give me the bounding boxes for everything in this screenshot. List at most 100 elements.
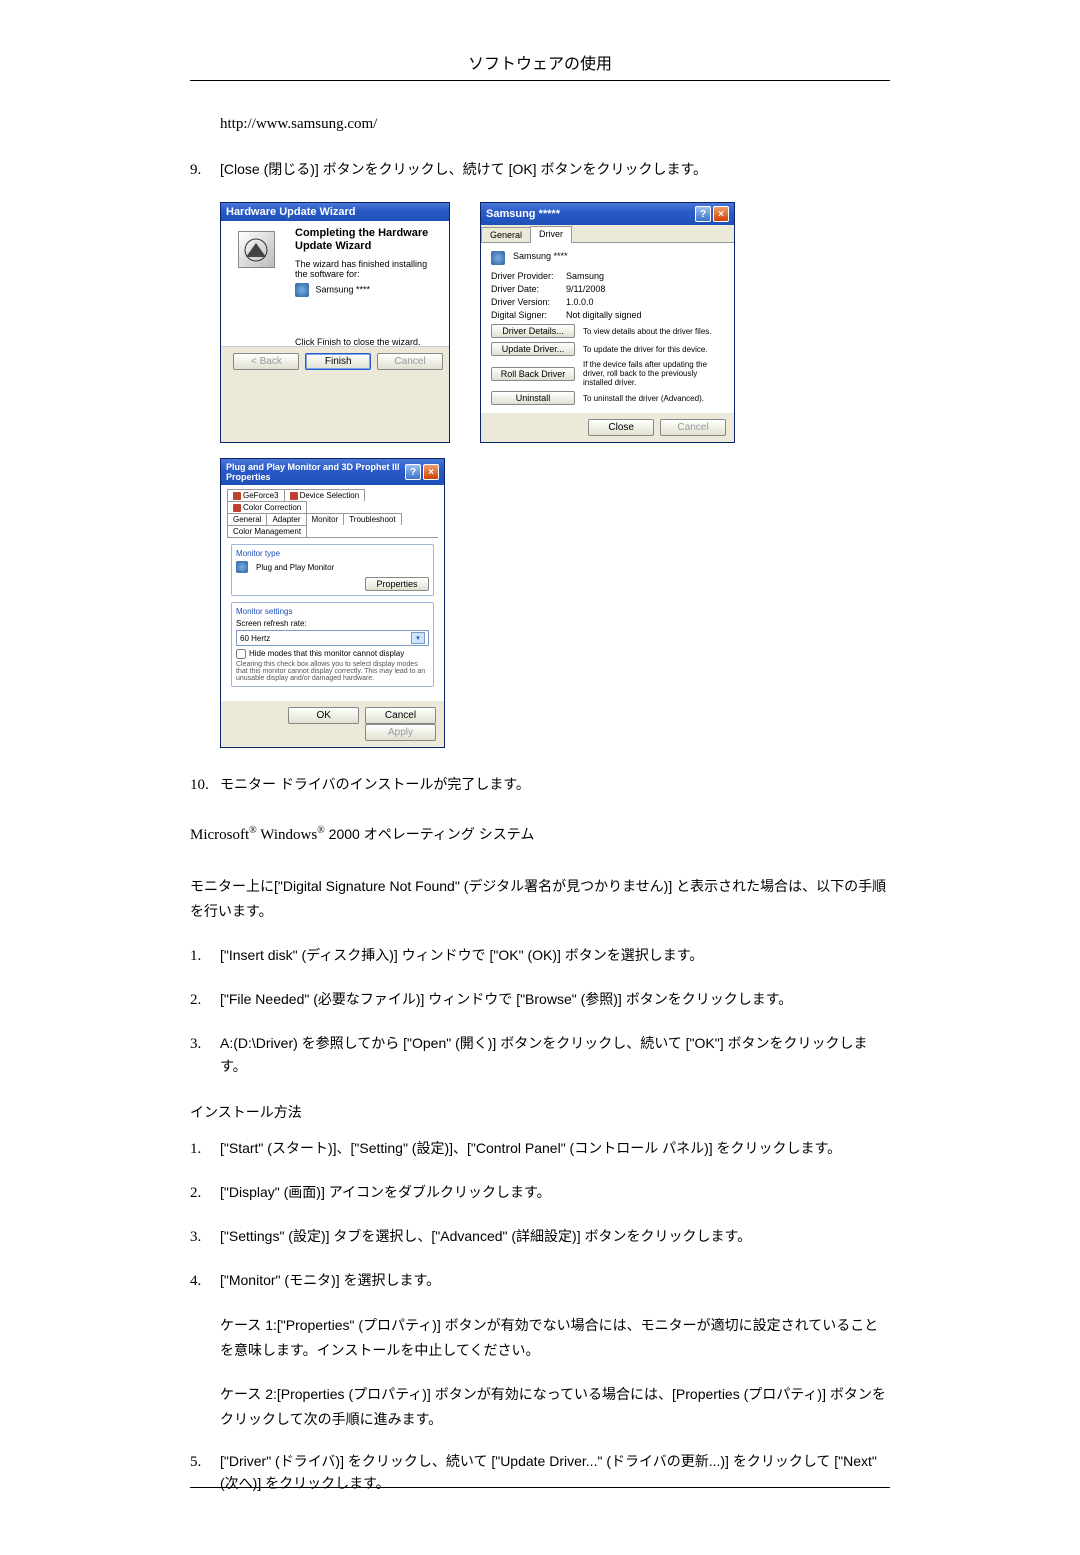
nvidia-icon (233, 492, 241, 500)
monitor-name: Plug and Play Monitor (256, 563, 334, 572)
version-label: Driver Version: (491, 297, 566, 307)
footer-rule (190, 1487, 890, 1488)
tab-general[interactable]: General (227, 513, 267, 525)
list-text: ["Insert disk" (ディスク挿入)] ウィンドウで ["OK" (O… (220, 944, 890, 968)
cancel-button: Cancel (660, 419, 726, 436)
tab-geforce[interactable]: GeForce3 (227, 489, 285, 501)
refresh-rate-select[interactable]: 60 Hertz ▾ (236, 630, 429, 646)
rollback-driver-desc: If the device fails after updating the d… (583, 360, 724, 387)
finish-button[interactable]: Finish (305, 353, 371, 370)
wizard-desc: The wizard has finished installing the s… (295, 259, 441, 279)
properties-button[interactable]: Properties (365, 577, 429, 591)
pnp-monitor-window: Plug and Play Monitor and 3D Prophet III… (220, 458, 445, 748)
refresh-rate-value: 60 Hertz (240, 634, 270, 643)
digital-signature-paragraph: モニター上に["Digital Signature Not Found" (デジ… (190, 874, 890, 924)
tab-devsel-label: Device Selection (300, 491, 360, 500)
os-line: Microsoft® Windows® 2000 オペレーティング システム (190, 822, 890, 849)
signer-value: Not digitally signed (566, 310, 642, 320)
driver-properties-window: Samsung ***** ? × General Driver Samsung… (480, 202, 735, 443)
listB-item-4: 4. ["Monitor" (モニタ)] を選択します。 (190, 1269, 890, 1293)
list-text: ["Display" (画面)] アイコンをダブルクリックします。 (220, 1181, 890, 1205)
device-name: Samsung **** (513, 251, 568, 265)
step-number: 10. (190, 773, 220, 797)
listB-item-5: 5. ["Driver" (ドライバ)] をクリックし、続いて ["Update… (190, 1450, 890, 1495)
tab-device-selection[interactable]: Device Selection (284, 489, 366, 501)
driver-details-button[interactable]: Driver Details... (491, 324, 575, 338)
list-number: 3. (190, 1225, 220, 1249)
wizard-finish-hint: Click Finish to close the wizard. (295, 337, 441, 347)
nvidia-icon (233, 504, 241, 512)
wizard-item: Samsung **** (295, 283, 441, 297)
listA-item-1: 1. ["Insert disk" (ディスク挿入)] ウィンドウで ["OK"… (190, 944, 890, 968)
pnp-title-text: Plug and Play Monitor and 3D Prophet III… (226, 462, 405, 482)
list-text: ["Driver" (ドライバ)] をクリックし、続いて ["Update Dr… (220, 1450, 890, 1495)
hide-modes-checkbox[interactable] (236, 649, 246, 659)
tab-color-correction[interactable]: Color Correction (227, 501, 307, 513)
cancel-button: Cancel (377, 353, 443, 370)
list-number: 1. (190, 944, 220, 968)
list-number: 5. (190, 1450, 220, 1495)
monitor-icon (491, 251, 505, 265)
list-text: ["Settings" (設定)] タブを選択し、["Advanced" (詳細… (220, 1225, 890, 1249)
help-icon[interactable]: ? (695, 206, 711, 222)
tab-colorcorr-label: Color Correction (243, 503, 301, 512)
list-number: 2. (190, 1181, 220, 1205)
wizard-titlebar: Hardware Update Wizard (221, 203, 449, 221)
listA-item-2: 2. ["File Needed" (必要なファイル)] ウィンドウで ["Br… (190, 988, 890, 1012)
tab-troubleshoot[interactable]: Troubleshoot (343, 513, 401, 525)
rollback-driver-button[interactable]: Roll Back Driver (491, 367, 575, 381)
step-10: 10. モニター ドライバのインストールが完了します。 (190, 773, 890, 797)
listB-item-4-case1: ケース 1:["Properties" (プロパティ)] ボタンが有効でない場合… (220, 1313, 890, 1363)
nvidia-icon (290, 492, 298, 500)
cancel-button[interactable]: Cancel (365, 707, 436, 724)
list-text: ["File Needed" (必要なファイル)] ウィンドウで ["Brows… (220, 988, 890, 1012)
uninstall-button[interactable]: Uninstall (491, 391, 575, 405)
provider-value: Samsung (566, 271, 604, 281)
close-icon[interactable]: × (423, 464, 439, 480)
listB-item-3: 3. ["Settings" (設定)] タブを選択し、["Advanced" … (190, 1225, 890, 1249)
tab-monitor[interactable]: Monitor (306, 513, 345, 525)
listB-item-1: 1. ["Start" (スタート)]、["Setting" (設定)]、["C… (190, 1137, 890, 1161)
signer-label: Digital Signer: (491, 310, 566, 320)
tab-driver[interactable]: Driver (530, 226, 572, 243)
wizard-icon-panel (221, 221, 291, 346)
hide-modes-desc: Clearing this check box allows you to se… (236, 661, 429, 682)
list-number: 3. (190, 1032, 220, 1077)
step-text: [Close (閉じる)] ボタンをクリックし、続けて [OK] ボタンをクリッ… (220, 158, 890, 182)
monitor-settings-group: Monitor settings Screen refresh rate: 60… (231, 602, 434, 687)
list-text: ["Monitor" (モニタ)] を選択します。 (220, 1269, 890, 1293)
date-label: Driver Date: (491, 284, 566, 294)
tab-adapter[interactable]: Adapter (266, 513, 306, 525)
list-text: A:(D:\Driver) を参照してから ["Open" (開く)] ボタンを… (220, 1032, 890, 1077)
listB-item-4-case2: ケース 2:[Properties (プロパティ)] ボタンが有効になっている場… (220, 1382, 890, 1432)
figures-row-1: Hardware Update Wizard Completing the Ha… (220, 202, 890, 443)
help-icon[interactable]: ? (405, 464, 421, 480)
figures-row-2: Plug and Play Monitor and 3D Prophet III… (220, 458, 890, 748)
tab-general[interactable]: General (481, 227, 531, 242)
page-header: ソフトウェアの使用 (190, 50, 890, 74)
monitor-icon (236, 561, 248, 573)
hardware-update-wizard-window: Hardware Update Wizard Completing the Ha… (220, 202, 450, 443)
wizard-hardware-icon (238, 231, 275, 268)
close-icon[interactable]: × (713, 206, 729, 222)
update-driver-button[interactable]: Update Driver... (491, 342, 575, 356)
provider-label: Driver Provider: (491, 271, 566, 281)
ok-button[interactable]: OK (288, 707, 359, 724)
step-number: 9. (190, 158, 220, 182)
props-tabs: General Driver (481, 225, 734, 243)
tab-color-management[interactable]: Color Management (227, 525, 307, 537)
tab-geforce-label: GeForce3 (243, 491, 279, 500)
list-number: 1. (190, 1137, 220, 1161)
wizard-heading: Completing the Hardware Update Wizard (295, 227, 441, 253)
chevron-down-icon[interactable]: ▾ (411, 632, 425, 644)
list-number: 4. (190, 1269, 220, 1293)
monitor-icon (295, 283, 309, 297)
refresh-rate-label: Screen refresh rate: (236, 619, 429, 628)
listA-item-3: 3. A:(D:\Driver) を参照してから ["Open" (開く)] ボ… (190, 1032, 890, 1077)
header-rule (190, 80, 890, 81)
monitor-type-group: Monitor type Plug and Play Monitor Prope… (231, 544, 434, 596)
step-text: モニター ドライバのインストールが完了します。 (220, 773, 890, 797)
close-button[interactable]: Close (588, 419, 654, 436)
props-titlebar: Samsung ***** ? × (481, 203, 734, 225)
monitor-type-label: Monitor type (236, 549, 429, 558)
